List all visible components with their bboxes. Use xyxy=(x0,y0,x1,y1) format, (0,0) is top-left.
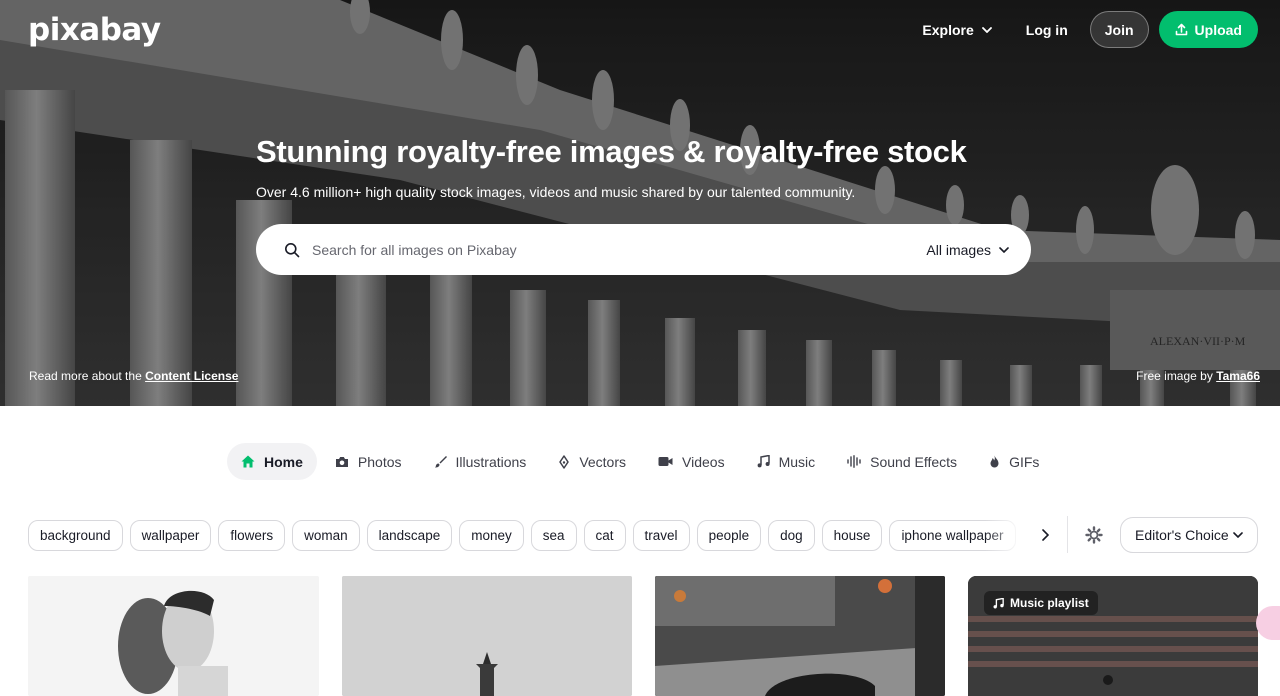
tag-chip[interactable]: cat xyxy=(583,520,626,551)
pen-nib-icon xyxy=(559,454,570,469)
top-navigation: Explore Log in Join Upload xyxy=(910,11,1258,48)
tag-chip-row: background wallpaper flowers woman lands… xyxy=(28,520,1018,551)
tower-photo xyxy=(342,576,632,696)
tags-scroll-next-button[interactable] xyxy=(1036,525,1054,545)
camera-icon xyxy=(335,456,348,467)
image-credit: Free image by Tama66 xyxy=(1136,369,1260,383)
tab-sound-effects[interactable]: Sound Effects xyxy=(833,443,971,480)
content-license-note: Read more about the Content License xyxy=(29,369,238,383)
hero-title: Stunning royalty-free images & royalty-f… xyxy=(256,134,967,169)
content-license-link[interactable]: Content License xyxy=(145,369,238,383)
tab-home[interactable]: Home xyxy=(227,443,317,480)
tag-chip[interactable]: woman xyxy=(292,520,360,551)
tab-label: Sound Effects xyxy=(870,453,958,470)
brush-icon xyxy=(434,456,447,468)
flame-icon xyxy=(990,455,999,468)
sort-label: Editor's Choice xyxy=(1135,527,1229,543)
tab-gifs[interactable]: GIFs xyxy=(975,443,1053,480)
tag-chip[interactable]: dog xyxy=(768,520,815,551)
music-playlist-badge: Music playlist xyxy=(984,591,1098,615)
chevron-right-icon xyxy=(1041,529,1049,541)
chevron-down-icon xyxy=(981,26,992,33)
search-bar: All images xyxy=(256,224,1031,275)
video-icon xyxy=(658,457,673,466)
portrait-photo xyxy=(28,576,319,696)
waveform-icon xyxy=(847,455,861,468)
hero-overlay xyxy=(0,0,1280,406)
search-icon xyxy=(285,242,300,257)
street-photo xyxy=(655,576,945,696)
tab-label: Videos xyxy=(682,453,725,470)
editors-choice-dropdown[interactable]: Editor's Choice xyxy=(1120,517,1258,553)
image-card[interactable] xyxy=(342,576,632,696)
upload-label: Upload xyxy=(1194,21,1242,38)
tag-chip[interactable]: flowers xyxy=(218,520,286,551)
translate-fab[interactable] xyxy=(1256,606,1280,640)
search-input[interactable] xyxy=(312,241,927,258)
chevron-down-icon xyxy=(999,246,1009,253)
pixabay-logo[interactable]: pixabay xyxy=(28,12,161,48)
explore-label: Explore xyxy=(922,21,974,38)
tags-fade-overlay xyxy=(985,516,1025,556)
tag-chip[interactable]: sea xyxy=(530,520,577,551)
tag-chip[interactable]: landscape xyxy=(366,520,453,551)
tab-label: Vectors xyxy=(579,453,627,470)
divider xyxy=(1067,516,1068,553)
tag-chip[interactable]: background xyxy=(28,520,123,551)
music-note-icon xyxy=(757,455,770,468)
upload-button[interactable]: Upload xyxy=(1158,11,1258,48)
tab-videos[interactable]: Videos xyxy=(644,443,739,480)
license-prefix: Read more about the xyxy=(29,369,142,383)
tab-label: Photos xyxy=(357,453,402,470)
image-card[interactable] xyxy=(28,576,319,696)
search-type-label: All images xyxy=(926,241,991,258)
playlist-label: Music playlist xyxy=(1010,596,1089,610)
login-link[interactable]: Log in xyxy=(1014,12,1080,48)
tag-chip[interactable]: money xyxy=(459,520,524,551)
tab-label: Illustrations xyxy=(455,453,527,470)
category-tabs: Home Photos Illustrations Vectors Videos… xyxy=(227,443,1053,480)
tag-chip[interactable]: people xyxy=(696,520,762,551)
search-type-dropdown[interactable]: All images xyxy=(926,242,1009,258)
hero-banner: ALEXAN·VII·P·M pixabay Explore Log in Jo… xyxy=(0,0,1280,406)
gear-icon[interactable] xyxy=(1084,525,1104,545)
tag-chip[interactable]: travel xyxy=(632,520,690,551)
join-button[interactable]: Join xyxy=(1089,11,1149,48)
tab-music[interactable]: Music xyxy=(743,443,830,480)
tab-illustrations[interactable]: Illustrations xyxy=(420,443,541,480)
tag-chip[interactable]: house xyxy=(821,520,883,551)
credit-prefix: Free image by xyxy=(1136,369,1213,383)
hero-subtitle: Over 4.6 million+ high quality stock ima… xyxy=(256,184,856,200)
tab-label: Music xyxy=(778,453,816,470)
home-icon xyxy=(241,455,255,468)
music-note-icon xyxy=(993,597,1004,608)
tab-vectors[interactable]: Vectors xyxy=(544,443,640,480)
upload-icon xyxy=(1175,23,1187,36)
image-card[interactable] xyxy=(655,576,945,696)
credit-author-link[interactable]: Tama66 xyxy=(1216,369,1260,383)
tag-chip[interactable]: wallpaper xyxy=(129,520,212,551)
tab-label: Home xyxy=(264,453,303,470)
explore-menu[interactable]: Explore xyxy=(910,12,1003,48)
music-playlist-card[interactable]: Music playlist xyxy=(968,576,1258,696)
tab-label: GIFs xyxy=(1009,453,1040,470)
tab-photos[interactable]: Photos xyxy=(321,443,416,480)
chevron-down-icon xyxy=(1233,532,1243,538)
